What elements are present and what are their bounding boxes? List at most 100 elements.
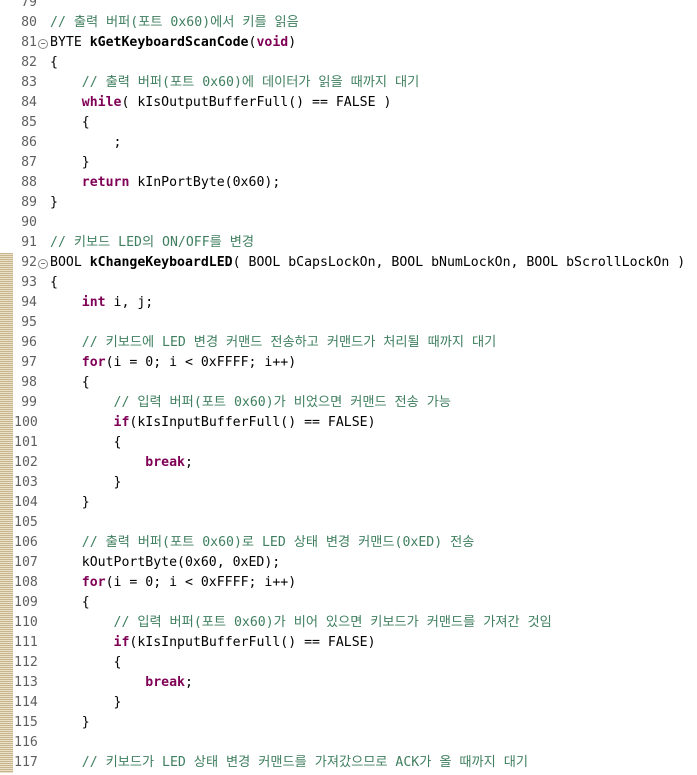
code-line[interactable]: 109 { { xyxy=(0,593,697,613)
code-line[interactable]: 86 ; ; xyxy=(0,133,697,153)
code-line[interactable]: 80// 출력 버퍼(포트 0x60)에서 키를 읽음// 출력 버퍼(포트 0… xyxy=(0,13,697,33)
code-text[interactable]: { xyxy=(50,273,58,293)
code-line[interactable]: 89}} xyxy=(0,193,697,213)
change-marker[interactable] xyxy=(0,633,13,653)
code-text[interactable]: ; xyxy=(50,133,122,153)
code-text[interactable]: // 입력 버퍼(포트 0x60)가 비었으면 커맨드 전송 가능 xyxy=(50,393,451,413)
code-text[interactable]: } xyxy=(50,193,58,213)
code-line[interactable]: 92− BOOL kChangeKeyboardLED( BOOL bCapsLo… xyxy=(0,253,697,273)
change-marker[interactable] xyxy=(0,473,13,493)
code-line[interactable]: 116 xyxy=(0,733,697,753)
change-marker[interactable] xyxy=(0,293,13,313)
change-marker[interactable] xyxy=(0,733,13,753)
change-marker[interactable] xyxy=(0,753,13,773)
change-marker[interactable] xyxy=(0,593,13,613)
change-marker[interactable] xyxy=(0,373,13,393)
code-line[interactable]: 103 } } xyxy=(0,473,697,493)
code-line[interactable]: 113 break; break; xyxy=(0,673,697,693)
code-text[interactable]: BOOL kChangeKeyboardLED( BOOL bCapsLockO… xyxy=(50,253,685,273)
change-marker[interactable] xyxy=(0,673,13,693)
change-marker[interactable] xyxy=(0,533,13,553)
code-line[interactable]: 106 // 출력 버퍼(포트 0x60)로 LED 상태 변경 커맨드(0xE… xyxy=(0,533,697,553)
change-marker[interactable] xyxy=(0,273,13,293)
code-text[interactable]: return kInPortByte(0x60); xyxy=(50,173,281,193)
code-text[interactable]: // 출력 버퍼(포트 0x60)로 LED 상태 변경 커맨드(0xED) 전… xyxy=(50,533,475,553)
code-line[interactable]: 101 { { xyxy=(0,433,697,453)
code-line[interactable]: 83 // 출력 버퍼(포트 0x60)에 데이터가 읽을 때까지 대기 // … xyxy=(0,73,697,93)
code-line[interactable]: 90 xyxy=(0,213,697,233)
code-text[interactable]: // 출력 버퍼(포트 0x60)에서 키를 읽음 xyxy=(50,13,299,33)
code-text[interactable]: break; xyxy=(50,453,193,473)
code-text[interactable]: int i, j; xyxy=(50,293,153,313)
code-line[interactable]: 110 // 입력 버퍼(포트 0x60)가 비어 있으면 키보드가 커맨드를 … xyxy=(0,613,697,633)
change-marker[interactable] xyxy=(0,333,13,353)
code-text[interactable]: while( kIsOutputBufferFull() == FALSE ) xyxy=(50,93,392,113)
code-line[interactable]: 117 // 키보드가 LED 상태 변경 커맨드를 가져갔으므로 ACK가 올… xyxy=(0,753,697,773)
code-text[interactable]: } xyxy=(50,153,90,173)
code-line[interactable]: 85 { { xyxy=(0,113,697,133)
code-text[interactable]: BYTE kGetKeyboardScanCode(void) xyxy=(50,33,296,53)
code-line[interactable]: 97 for(i = 0; i < 0xFFFF; i++) for(i = 0… xyxy=(0,353,697,373)
code-line[interactable]: 98 { { xyxy=(0,373,697,393)
change-marker[interactable] xyxy=(0,253,13,273)
code-text[interactable]: // 키보드가 LED 상태 변경 커맨드를 가져갔으므로 ACK가 올 때까지… xyxy=(50,753,528,773)
change-marker[interactable] xyxy=(0,553,13,573)
code-line[interactable]: 111 if(kIsInputBufferFull() == FALSE) if… xyxy=(0,633,697,653)
code-line[interactable]: 104 } } xyxy=(0,493,697,513)
change-marker[interactable] xyxy=(0,613,13,633)
code-line[interactable]: 102 break; break; xyxy=(0,453,697,473)
code-line[interactable]: 94 int i, j; int i, j; xyxy=(0,293,697,313)
change-marker[interactable] xyxy=(0,493,13,513)
code-line[interactable]: 81−BYTE kGetKeyboardScanCode(void)BYTE k… xyxy=(0,33,697,53)
fold-toggle-icon[interactable]: − xyxy=(38,39,48,49)
code-text[interactable]: // 키보드에 LED 변경 커맨드 전송하고 커맨드가 처리될 때까지 대기 xyxy=(50,333,496,353)
code-line[interactable]: 93{{ xyxy=(0,273,697,293)
code-text[interactable]: } xyxy=(50,713,90,733)
code-text[interactable]: if(kIsInputBufferFull() == FALSE) xyxy=(50,633,376,653)
code-text[interactable]: { xyxy=(50,653,122,673)
change-marker[interactable] xyxy=(0,453,13,473)
change-marker[interactable] xyxy=(0,313,13,333)
code-line[interactable]: 84 while( kIsOutputBufferFull() == FALSE… xyxy=(0,93,697,113)
code-editor[interactable]: 79 80 // 출력 버퍼(포트 0x60)에서 키를 읽음 // 출력 버퍼(포트… xyxy=(0,0,697,775)
code-text[interactable]: kOutPortByte(0x60, 0xED); xyxy=(50,553,281,573)
change-marker[interactable] xyxy=(0,353,13,373)
code-line[interactable]: 88 return kInPortByte(0x60); return kInP… xyxy=(0,173,697,193)
code-line[interactable]: 112 { { xyxy=(0,653,697,673)
code-text[interactable]: } xyxy=(50,693,122,713)
code-text[interactable]: // 입력 버퍼(포트 0x60)가 비어 있으면 키보드가 커맨드를 가져간 … xyxy=(50,613,552,633)
code-line[interactable]: 91// 키보드 LED의 ON/OFF를 변경// 키보드 LED의 ON/O… xyxy=(0,233,697,253)
code-text[interactable]: } xyxy=(50,473,122,493)
code-line[interactable]: 79 xyxy=(0,0,697,13)
code-line[interactable]: 115 } } xyxy=(0,713,697,733)
code-line[interactable]: 82{{ xyxy=(0,53,697,73)
change-marker[interactable] xyxy=(0,653,13,673)
code-text[interactable]: for(i = 0; i < 0xFFFF; i++) xyxy=(50,573,296,593)
code-line[interactable]: 96 // 키보드에 LED 변경 커맨드 전송하고 커맨드가 처리될 때까지 … xyxy=(0,333,697,353)
change-marker[interactable] xyxy=(0,413,13,433)
code-text[interactable]: } xyxy=(50,493,90,513)
code-line[interactable]: 105 xyxy=(0,513,697,533)
code-text[interactable]: { xyxy=(50,113,90,133)
code-text[interactable]: { xyxy=(50,373,90,393)
code-text[interactable]: { xyxy=(50,593,90,613)
code-text[interactable]: break; xyxy=(50,673,193,693)
change-marker[interactable] xyxy=(0,573,13,593)
change-marker[interactable] xyxy=(0,433,13,453)
code-text[interactable]: // 출력 버퍼(포트 0x60)에 데이터가 읽을 때까지 대기 xyxy=(50,73,419,93)
code-line[interactable]: 108 for(i = 0; i < 0xFFFF; i++) for(i = … xyxy=(0,573,697,593)
change-marker[interactable] xyxy=(0,693,13,713)
code-line[interactable]: 87 } } xyxy=(0,153,697,173)
change-marker[interactable] xyxy=(0,393,13,413)
code-line[interactable]: 107 kOutPortByte(0x60, 0xED); kOutPortBy… xyxy=(0,553,697,573)
code-line[interactable]: 95 xyxy=(0,313,697,333)
code-line[interactable]: 99 // 입력 버퍼(포트 0x60)가 비었으면 커맨드 전송 가능 // … xyxy=(0,393,697,413)
change-marker[interactable] xyxy=(0,713,13,733)
code-text[interactable]: for(i = 0; i < 0xFFFF; i++) xyxy=(50,353,296,373)
code-text[interactable]: if(kIsInputBufferFull() == FALSE) xyxy=(50,413,376,433)
code-text[interactable]: { xyxy=(50,433,122,453)
code-text[interactable]: // 키보드 LED의 ON/OFF를 변경 xyxy=(50,233,254,253)
code-line[interactable]: 114 } } xyxy=(0,693,697,713)
fold-toggle-icon[interactable]: − xyxy=(38,259,48,269)
code-line[interactable]: 100 if(kIsInputBufferFull() == FALSE) if… xyxy=(0,413,697,433)
